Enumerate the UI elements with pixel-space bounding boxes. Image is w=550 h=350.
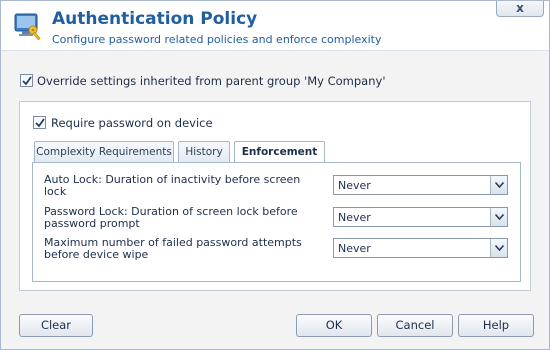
lock-key-icon bbox=[13, 11, 43, 41]
dialog-subtitle: Configure password related policies and … bbox=[52, 33, 382, 46]
tab-complexity-requirements[interactable]: Complexity Requirements bbox=[34, 141, 174, 163]
checkmark-icon bbox=[22, 76, 32, 86]
dialog-title: Authentication Policy bbox=[52, 9, 258, 29]
chevron-down-icon[interactable] bbox=[490, 208, 507, 226]
ok-button[interactable]: OK bbox=[296, 314, 372, 337]
checkmark-icon bbox=[35, 118, 45, 128]
password-lock-label: Password Lock: Duration of screen lock b… bbox=[44, 205, 298, 230]
tab-history[interactable]: History bbox=[178, 141, 230, 163]
tab-enforcement[interactable]: Enforcement bbox=[234, 141, 325, 164]
cancel-button[interactable]: Cancel bbox=[377, 314, 453, 337]
failed-attempts-label: Maximum number of failed password attemp… bbox=[44, 236, 302, 261]
password-lock-select[interactable]: Never bbox=[333, 207, 508, 227]
chevron-down-icon[interactable] bbox=[490, 239, 507, 257]
dialog-header: Authentication Policy Configure password… bbox=[1, 1, 549, 51]
require-password-checkbox[interactable] bbox=[33, 116, 46, 129]
require-password-label: Require password on device bbox=[51, 116, 213, 130]
override-label: Override settings inherited from parent … bbox=[37, 74, 386, 88]
help-button[interactable]: Help bbox=[458, 314, 534, 337]
failed-attempts-select[interactable]: Never bbox=[333, 238, 508, 258]
failed-attempts-value: Never bbox=[338, 242, 371, 255]
auto-lock-value: Never bbox=[338, 179, 371, 192]
close-icon[interactable]: x bbox=[516, 1, 524, 15]
clear-button[interactable]: Clear bbox=[19, 314, 93, 337]
close-button[interactable]: x bbox=[496, 1, 544, 17]
auto-lock-label: Auto Lock: Duration of inactivity before… bbox=[44, 173, 301, 198]
authentication-policy-dialog: Authentication Policy Configure password… bbox=[0, 0, 550, 350]
password-lock-value: Never bbox=[338, 211, 371, 224]
auto-lock-select[interactable]: Never bbox=[333, 175, 508, 195]
override-checkbox[interactable] bbox=[20, 74, 33, 87]
chevron-down-icon[interactable] bbox=[490, 176, 507, 194]
